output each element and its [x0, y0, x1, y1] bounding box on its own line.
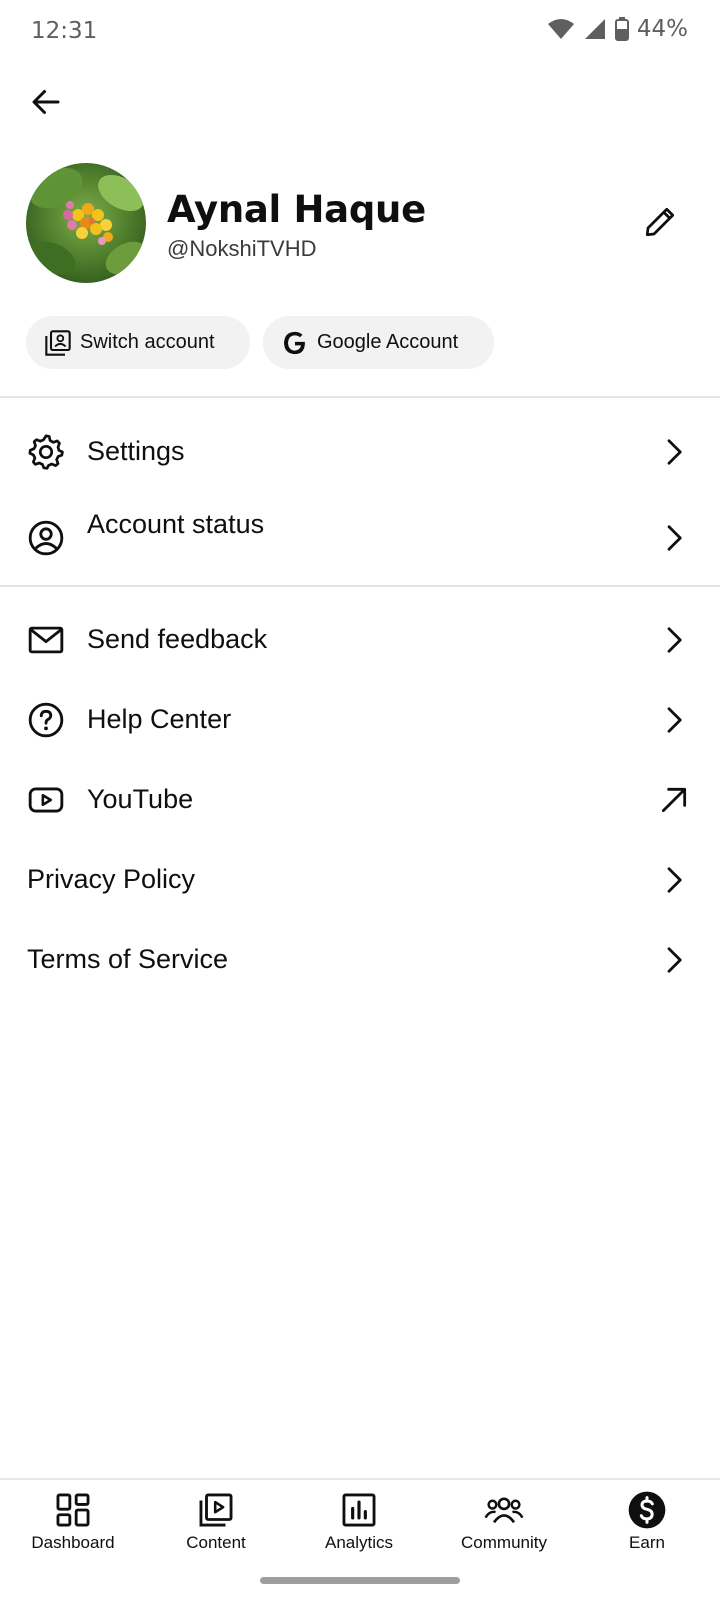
divider: [0, 585, 720, 587]
nav-item-earn[interactable]: Earn: [582, 1480, 712, 1572]
nav-label-community: Community: [461, 1533, 547, 1552]
menu-item-settings[interactable]: Settings: [0, 412, 720, 492]
switch-account-label: Switch account: [80, 331, 215, 353]
signal-icon: [584, 19, 605, 39]
back-button[interactable]: [24, 80, 68, 124]
nav-label-dashboard: Dashboard: [31, 1533, 115, 1552]
status-bar: 12:31 44%: [0, 0, 720, 62]
mail-icon: [26, 620, 66, 660]
arrow-left-icon: [32, 90, 60, 114]
chevron-right-icon: [654, 432, 694, 472]
menu-item-privacy-policy[interactable]: Privacy Policy: [0, 840, 720, 920]
chevron-right-icon: [654, 518, 694, 558]
dashboard-icon: [53, 1490, 93, 1530]
google-g-icon: [284, 331, 305, 354]
community-people-icon: [484, 1490, 524, 1530]
content-library-icon: [196, 1490, 236, 1530]
menu-item-help-center[interactable]: Help Center: [0, 680, 720, 760]
profile-name: Aynal Haque: [167, 188, 426, 231]
nav-label-earn: Earn: [629, 1533, 665, 1552]
menu-label-youtube: YouTube: [87, 784, 194, 814]
menu-label-terms-of-service: Terms of Service: [27, 944, 229, 974]
switch-account-button[interactable]: Switch account: [26, 316, 250, 369]
nav-item-dashboard[interactable]: Dashboard: [8, 1480, 138, 1572]
avatar[interactable]: [26, 163, 146, 283]
menu-label-account-status: Account status: [87, 509, 265, 539]
profile-handle: @NokshiTVHD: [167, 236, 317, 261]
nav-item-community[interactable]: Community: [439, 1480, 569, 1572]
nav-label-content: Content: [186, 1533, 246, 1552]
wifi-icon: [547, 19, 574, 39]
menu-item-terms-of-service[interactable]: Terms of Service: [0, 920, 720, 1000]
gear-icon: [26, 432, 66, 472]
analytics-chart-icon: [339, 1490, 379, 1530]
youtube-icon: [26, 780, 66, 820]
divider: [0, 396, 720, 398]
nav-label-analytics: Analytics: [324, 1533, 394, 1552]
nav-item-content[interactable]: Content: [151, 1480, 281, 1572]
chevron-right-icon: [654, 620, 694, 660]
switch-account-icon: [45, 329, 71, 356]
avatar-image: [26, 163, 146, 283]
menu-label-send-feedback: Send feedback: [87, 624, 268, 654]
chevron-right-icon: [654, 940, 694, 980]
menu-label-settings: Settings: [87, 436, 185, 466]
google-account-button[interactable]: Google Account: [263, 316, 494, 369]
battery-percent: 44%: [636, 16, 688, 42]
account-circle-icon: [26, 518, 66, 558]
battery-icon: [614, 17, 629, 41]
help-circle-icon: [26, 700, 66, 740]
pencil-icon: [645, 207, 675, 237]
chevron-right-icon: [654, 700, 694, 740]
google-account-label: Google Account: [317, 331, 459, 353]
external-link-arrow-icon: [654, 780, 694, 820]
status-time: 12:31: [31, 18, 98, 44]
menu-label-privacy-policy: Privacy Policy: [27, 864, 196, 894]
edit-profile-button[interactable]: [638, 200, 682, 244]
nav-item-analytics[interactable]: Analytics: [294, 1480, 424, 1572]
menu-item-account-status[interactable]: Account status: [0, 500, 720, 582]
chevron-right-icon: [654, 860, 694, 900]
menu-item-send-feedback[interactable]: Send feedback: [0, 600, 720, 680]
status-icons: 44%: [547, 16, 688, 42]
menu-label-help-center: Help Center: [87, 704, 232, 734]
dollar-coin-icon: [627, 1490, 667, 1530]
menu-item-youtube[interactable]: YouTube: [0, 760, 720, 840]
home-indicator[interactable]: [260, 1577, 460, 1584]
